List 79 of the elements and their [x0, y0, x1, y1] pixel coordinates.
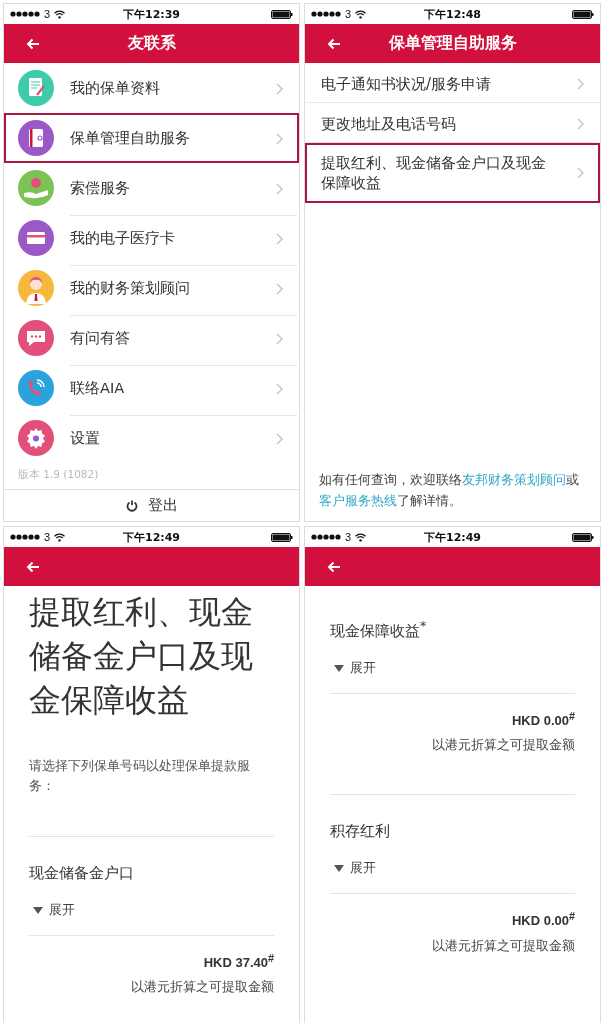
carrier-label: 3 — [44, 531, 51, 543]
section-title: 现金保障收益$^{*}$ — [330, 617, 428, 641]
battery-icon — [271, 532, 293, 542]
menu-item[interactable]: 更改地址及电话号码 — [305, 103, 600, 143]
expand-toggle[interactable]: 展开 — [330, 659, 376, 677]
chevron-icon — [276, 132, 283, 145]
signal-icon — [311, 11, 341, 17]
status-time: 下午12:49 — [424, 529, 481, 545]
battery-icon — [271, 9, 293, 19]
section-title: 现金储备金户口 — [29, 863, 135, 883]
expand-toggle[interactable]: 展开 — [29, 901, 75, 919]
chevron-icon — [276, 232, 283, 245]
chevron-icon — [276, 82, 283, 95]
amount-caption: 以港元折算之可提取金额 — [432, 736, 575, 755]
menu-item-label: 有问有答 — [70, 329, 131, 348]
menu-item-label: 我的财务策划顾问 — [70, 279, 191, 298]
amount-caption: 以港元折算之可提取金额 — [131, 978, 274, 997]
signal-icon — [311, 534, 341, 540]
menu-item-label: 提取红利、现金储备金户口及现金保障收益 — [321, 153, 547, 193]
screen-title: 友联系 — [127, 33, 176, 54]
battery-icon — [572, 532, 594, 542]
screen-title: 保单管理自助服务 — [388, 33, 517, 54]
menu-item-label: 保单管理自助服务 — [70, 129, 191, 148]
back-arrow-icon — [327, 37, 341, 50]
amount-value: HKD 37.40$^{#}$ — [203, 952, 274, 971]
menu-item[interactable]: 索偿服务 — [4, 163, 299, 213]
chevron-icon — [276, 182, 283, 195]
menu-item-label: 设置 — [70, 429, 101, 448]
expand-toggle[interactable]: 展开 — [330, 859, 376, 878]
carrier-label: 3 — [345, 8, 352, 20]
wifi-icon — [54, 532, 66, 542]
status-time: 下午12:49 — [123, 529, 180, 545]
menu-item-label: 索偿服务 — [70, 179, 131, 198]
menu-item[interactable]: 我的保单资料 — [4, 63, 299, 113]
back-arrow-icon — [26, 560, 40, 573]
menu-item-label: 我的电子医疗卡 — [70, 229, 176, 248]
chevron-icon — [577, 167, 584, 179]
contact-note: 如有任何查询，欢迎联络友邦财务策划顾问或 客户服务热线了解详情。 — [318, 471, 580, 510]
menu-item[interactable]: 我的财务策划顾问 — [4, 263, 299, 313]
amount-value: HKD 0.00$^{#}$ — [511, 910, 575, 929]
menu-item-label: 联络AIA — [70, 379, 126, 398]
chevron-icon — [276, 282, 283, 295]
menu-item-label: 我的保单资料 — [70, 79, 161, 98]
menu-item[interactable]: 有问有答 — [4, 313, 299, 363]
amount-value: HKD 0.00$^{#}$ — [511, 710, 575, 729]
version-label: 版本 1.9 (1082) — [18, 468, 100, 482]
triangle-down-icon — [334, 664, 344, 672]
menu-item[interactable]: 电子通知书状况/服务申请 — [305, 63, 600, 103]
menu-item[interactable]: 提取红利、现金储备金户口及现金保障收益 — [305, 143, 600, 203]
chevron-icon — [276, 332, 283, 345]
menu-item-label: 电子通知书状况/服务申请 — [321, 73, 493, 94]
triangle-down-icon — [334, 864, 344, 872]
chevron-icon — [276, 382, 283, 395]
intro-text: 请选择下列保单号码以处理保单提款服务： — [29, 757, 251, 795]
status-time: 下午12:39 — [123, 6, 180, 22]
back-arrow-icon — [26, 37, 40, 50]
wifi-icon — [355, 9, 367, 19]
menu-item[interactable]: 设置 — [4, 413, 299, 463]
power-icon — [125, 499, 138, 512]
signal-icon — [10, 534, 40, 540]
menu-item-label: 更改地址及电话号码 — [321, 113, 457, 134]
chevron-icon — [276, 432, 283, 445]
menu-item[interactable]: 保单管理自助服务 — [4, 113, 299, 163]
amount-caption: 以港元折算之可提取金额 — [432, 936, 575, 955]
wifi-icon — [355, 532, 367, 542]
menu-item[interactable]: 联络AIA — [4, 363, 299, 413]
battery-icon — [572, 9, 594, 19]
triangle-down-icon — [33, 906, 43, 914]
carrier-label: 3 — [345, 531, 352, 543]
carrier-label: 3 — [44, 8, 51, 20]
chevron-icon — [577, 117, 584, 130]
status-time: 下午12:48 — [424, 6, 481, 22]
section-title: 积存红利 — [330, 821, 391, 842]
back-arrow-icon — [327, 560, 341, 573]
chevron-icon — [577, 77, 584, 90]
menu-item[interactable]: 我的电子医疗卡 — [4, 213, 299, 263]
page-heading: 提取红利、现金储备金户口及现金保障收益 — [29, 592, 254, 721]
wifi-icon — [54, 9, 66, 19]
signal-icon — [10, 11, 40, 17]
